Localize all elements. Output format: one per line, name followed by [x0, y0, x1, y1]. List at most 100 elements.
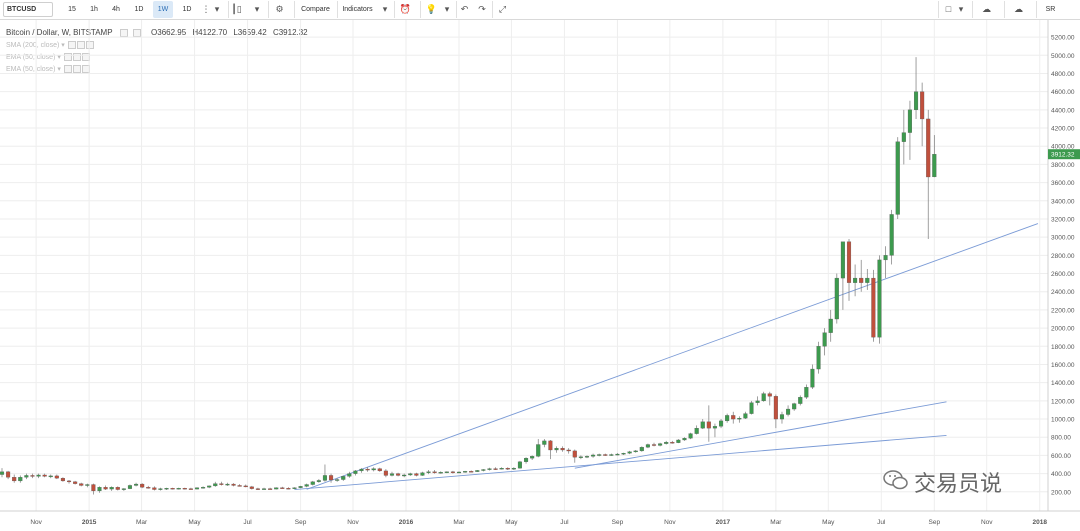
time-tick-label: Nov	[30, 519, 42, 526]
price-tick-label: 4600.00	[1051, 89, 1075, 96]
lightbulb-icon[interactable]: 💡	[420, 1, 442, 18]
candle-body	[188, 488, 193, 490]
price-tick-label: 5000.00	[1051, 53, 1075, 60]
indicators-button[interactable]: Indicators	[337, 1, 377, 18]
symbol-input[interactable]: BTCUSD	[3, 2, 53, 17]
candle	[511, 467, 516, 470]
undo-icon[interactable]: ↶	[456, 1, 472, 18]
interval-4h[interactable]: 4h	[107, 1, 125, 18]
candle	[572, 449, 577, 463]
candle	[865, 269, 870, 290]
candle	[121, 488, 126, 491]
price-axis[interactable]: 200.00 400.00 600.00 800.00 1000.00 1200.00 14…	[1051, 35, 1075, 497]
alert-icon[interactable]: ⏰	[394, 1, 416, 18]
price-chart[interactable]: 200.00 400.00 600.00 800.00 1000.00 1200.00 14…	[0, 20, 1080, 531]
time-tick-label: Nov	[347, 519, 359, 526]
candle-body	[505, 468, 510, 470]
chevron-down-icon[interactable]: ▾	[380, 1, 390, 18]
candle-body	[335, 479, 340, 481]
candle-body	[30, 475, 35, 477]
candle-body	[109, 487, 114, 490]
time-tick-label: May	[505, 519, 518, 526]
candle	[798, 395, 803, 406]
compare-button[interactable]: Compare	[294, 1, 336, 18]
chevron-down-icon[interactable]: ▾	[252, 1, 262, 18]
candle-body	[597, 454, 602, 456]
cloud-upload-icon[interactable]: ☁	[1004, 1, 1032, 18]
trendline	[574, 401, 947, 469]
candle	[664, 440, 669, 445]
candle-body	[444, 471, 449, 473]
candle	[85, 483, 90, 488]
interval-1d-alt[interactable]: 1D	[177, 1, 197, 18]
price-tick-label: 4200.00	[1051, 126, 1075, 133]
candle	[926, 109, 931, 239]
candle	[420, 471, 425, 476]
candle	[475, 469, 480, 472]
candle-body	[481, 469, 486, 471]
last-price-tag: 3912.32	[1048, 149, 1080, 160]
candle-body	[414, 473, 419, 476]
time-tick-label: Jul	[243, 519, 252, 526]
cloud-save-icon[interactable]: ☁	[972, 1, 1000, 18]
candle	[261, 487, 267, 490]
candle-body	[883, 255, 888, 261]
candle	[591, 453, 596, 458]
chevron-down-icon[interactable]: ▾	[442, 1, 452, 18]
candle	[676, 439, 681, 444]
price-tick-label: 3600.00	[1051, 180, 1075, 187]
candle-body	[48, 475, 53, 478]
user-button[interactable]: SR	[1036, 1, 1064, 18]
chevron-down-icon[interactable]: ▾	[956, 1, 966, 18]
candle-body	[566, 449, 571, 452]
interval-1h[interactable]: 1h	[85, 1, 103, 18]
candle-body	[12, 477, 17, 482]
candle	[517, 460, 522, 469]
interval-15[interactable]: 15	[63, 1, 81, 18]
time-tick-label: Sep	[929, 519, 941, 526]
candle	[627, 450, 632, 455]
redo-icon[interactable]: ↷	[474, 1, 490, 18]
time-tick-label: Mar	[453, 519, 465, 526]
gear-icon[interactable]: ⚙	[268, 1, 290, 18]
candle-body	[743, 413, 748, 419]
candle-body	[877, 259, 882, 338]
candle-body	[584, 456, 590, 458]
candle-body	[475, 470, 480, 472]
candle-body	[347, 473, 352, 477]
candle-body	[60, 478, 65, 482]
trendline	[306, 223, 1039, 490]
candle	[341, 475, 346, 481]
candle	[682, 437, 687, 441]
candle-style-icon[interactable]: ┃▯	[228, 1, 244, 18]
candle	[603, 453, 608, 456]
watermark-text: 交易员说	[914, 471, 1003, 496]
candle	[389, 471, 395, 477]
fullscreen-icon[interactable]: ⤢	[492, 1, 512, 18]
candle-body	[36, 474, 41, 477]
candle-body	[846, 241, 852, 283]
chevron-down-icon[interactable]: ▾	[212, 1, 222, 18]
candle	[755, 396, 760, 406]
candle-body	[255, 488, 260, 490]
candle-body	[664, 442, 669, 444]
candle-body	[231, 483, 236, 486]
candle-body	[24, 475, 29, 478]
candle	[645, 443, 650, 449]
more-intervals-icon[interactable]: ⋮	[200, 1, 212, 18]
candle-body	[651, 444, 657, 446]
trendline	[294, 434, 947, 490]
interval-1w[interactable]: 1W	[153, 1, 173, 18]
candle	[889, 209, 894, 265]
candle	[786, 405, 791, 417]
candle	[225, 482, 230, 486]
price-tick-label: 3000.00	[1051, 235, 1075, 242]
candle-body	[779, 414, 785, 420]
layout-icon[interactable]: □	[938, 1, 958, 18]
candle	[773, 394, 778, 429]
interval-1d[interactable]: 1D	[130, 1, 148, 18]
candle-body	[176, 488, 181, 490]
candle-body	[798, 397, 803, 404]
price-tick-label: 800.00	[1051, 435, 1071, 442]
time-axis[interactable]: Nov 2015 Mar May Jul Sep Nov 2016 Mar May Jul Sep No…	[30, 519, 1047, 526]
